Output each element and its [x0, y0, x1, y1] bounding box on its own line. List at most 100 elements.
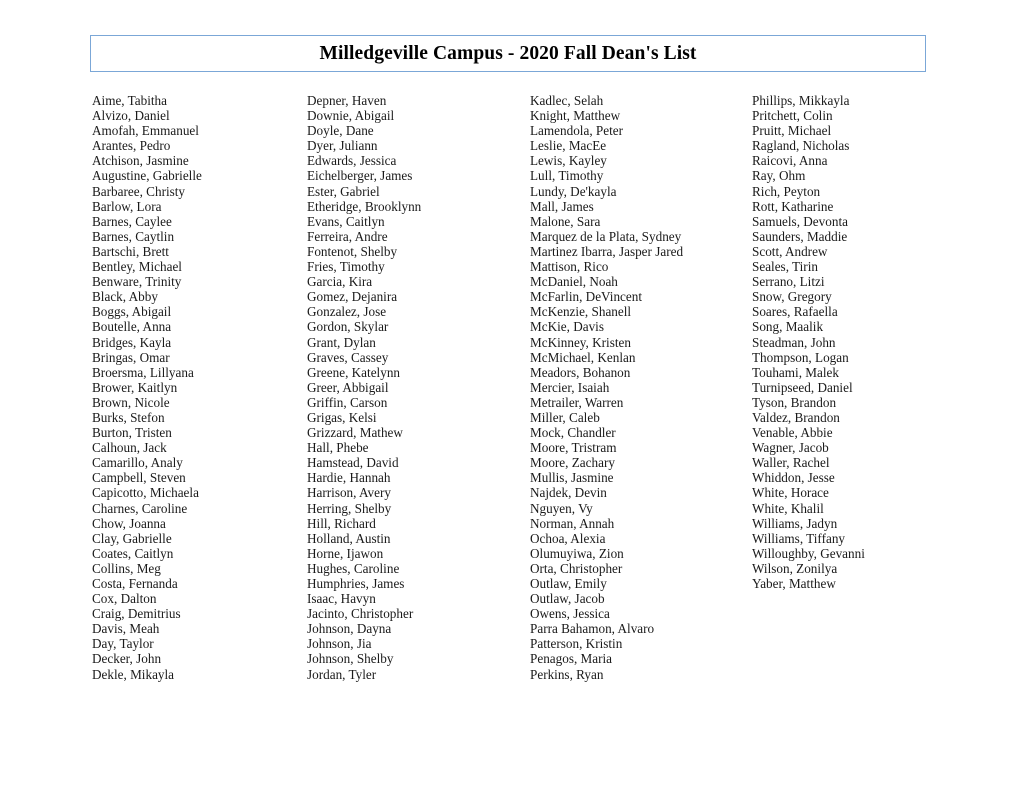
student-name: Johnson, Jia [307, 636, 372, 652]
student-name: Tyson, Brandon [752, 394, 837, 410]
student-name: White, Khalil [752, 500, 824, 516]
student-name: Bentley, Michael [92, 259, 182, 275]
student-name: Barlow, Lora [92, 198, 162, 214]
name-columns-container: Aime, Tabitha Alvizo, Daniel Amofah, Emman… [0, 93, 1020, 682]
student-name: Day, Taylor [92, 636, 154, 652]
student-name: Capicotto, Michaela [92, 485, 199, 501]
student-name: Snow, Gregory [752, 289, 832, 305]
student-name: Boggs, Abigail [92, 304, 172, 320]
student-name: Johnson, Dayna [307, 621, 392, 637]
student-name: Rott, Katharine [752, 198, 834, 214]
student-name: Scott, Andrew [752, 243, 828, 259]
name-column-1: Aime, Tabitha Alvizo, Daniel Amofah, Emman… [92, 93, 307, 682]
student-name: Burton, Tristen [92, 425, 172, 441]
student-name: Williams, Jadyn [752, 515, 838, 531]
student-name: Augustine, Gabrielle [92, 168, 202, 184]
student-name: Gonzalez, Jose [307, 304, 387, 320]
student-name: Mullis, Jasmine [530, 470, 614, 486]
student-name: Hill, Richard [307, 515, 376, 531]
student-name: Greer, Abbigail [307, 379, 389, 395]
student-name: Marquez de la Plata, Sydney [530, 228, 682, 244]
student-name: McMichael, Kenlan [530, 349, 636, 365]
student-name: Alvizo, Daniel [92, 108, 170, 124]
student-name: Coates, Caitlyn [92, 545, 174, 561]
student-name: Campbell, Steven [92, 470, 186, 486]
student-name: Lamendola, Peter [530, 123, 624, 139]
student-name: Horne, Ijawon [307, 545, 384, 561]
student-name: McFarlin, DeVincent [530, 289, 643, 305]
student-name: Martinez Ibarra, Jasper Jared [530, 243, 684, 259]
page-title: Milledgeville Campus - 2020 Fall Dean's … [319, 42, 697, 64]
student-name: Grigas, Kelsi [307, 409, 377, 425]
student-name: Ester, Gabriel [307, 183, 380, 199]
student-name: Meadors, Bohanon [530, 364, 631, 380]
student-name: Leslie, MacEe [530, 138, 607, 154]
student-name: Seales, Tirin [752, 259, 818, 275]
student-name: McKie, Davis [530, 319, 604, 335]
student-name: Benware, Trinity [92, 274, 182, 290]
student-name: Jordan, Tyler [307, 666, 377, 682]
student-name: Outlaw, Emily [530, 576, 607, 591]
student-name: Raicovi, Anna [752, 153, 828, 169]
student-name: Brower, Kaitlyn [92, 379, 178, 395]
student-name: Saunders, Maddie [752, 228, 848, 244]
student-name: Hughes, Caroline [307, 560, 400, 576]
student-name: Willoughby, Gevanni [752, 545, 865, 561]
student-name: Aime, Tabitha [92, 93, 168, 108]
student-name: Moore, Tristram [530, 440, 617, 456]
student-name: Decker, John [92, 651, 162, 667]
student-name: Kadlec, Selah [530, 93, 604, 108]
student-name: Herring, Shelby [307, 500, 392, 516]
student-name: Perkins, Ryan [530, 666, 604, 682]
student-name: Etheridge, Brooklynn [307, 198, 422, 214]
student-name: Soares, Rafaella [752, 304, 838, 320]
student-name: Steadman, John [752, 334, 836, 350]
student-name: Mock, Chandler [530, 425, 616, 441]
student-name: Song, Maalik [752, 319, 824, 335]
student-name: Hardie, Hannah [307, 470, 391, 486]
student-name: Hamstead, David [307, 455, 399, 471]
student-name: Mercier, Isaiah [530, 379, 610, 395]
student-name: Turnipseed, Daniel [752, 379, 853, 395]
name-column-4: Phillips, Mikkayla Pritchett, Colin Pruitt… [752, 93, 982, 682]
student-name: Garcia, Kira [307, 274, 373, 290]
student-name: Pritchett, Colin [752, 108, 833, 124]
student-name: Norman, Annah [530, 515, 615, 531]
student-name: Grant, Dylan [307, 334, 376, 350]
student-name: Olumuyiwa, Zion [530, 545, 624, 561]
name-column-2: Depner, Haven Downie, Abigail Doyle, Dane D… [307, 93, 530, 682]
student-name: Graves, Cassey [307, 349, 389, 365]
student-name: Boutelle, Anna [92, 319, 172, 335]
student-name: Ferreira, Andre [307, 228, 388, 244]
student-name: Clay, Gabrielle [92, 530, 172, 546]
deans-list-page: Milledgeville Campus - 2020 Fall Dean's … [0, 0, 1020, 788]
student-name: Malone, Sara [530, 213, 601, 229]
student-name: Nguyen, Vy [530, 500, 593, 516]
student-name: Fries, Timothy [307, 259, 385, 275]
student-name: Collins, Meg [92, 560, 161, 576]
student-name: Amofah, Emmanuel [92, 123, 199, 139]
student-name: Ochoa, Alexia [530, 530, 606, 546]
student-name: Broersma, Lillyana [92, 364, 194, 380]
student-name: Najdek, Devin [530, 485, 607, 501]
student-name: Doyle, Dane [307, 123, 374, 139]
student-name: Brown, Nicole [92, 394, 170, 410]
student-name: Miller, Caleb [530, 409, 600, 425]
student-name: Isaac, Havyn [307, 591, 376, 607]
student-name: Depner, Haven [307, 93, 387, 108]
student-name: Moore, Zachary [530, 455, 615, 471]
student-name: McDaniel, Noah [530, 274, 618, 290]
student-name: Metrailer, Warren [530, 394, 624, 410]
student-name: Wagner, Jacob [752, 440, 829, 456]
student-name: Ragland, Nicholas [752, 138, 850, 154]
student-name: Bartschi, Brett [92, 243, 169, 259]
student-name: Fontenot, Shelby [307, 243, 398, 259]
student-name: Parra Bahamon, Alvaro [530, 621, 655, 637]
student-name: Greene, Katelynn [307, 364, 401, 380]
student-name: Atchison, Jasmine [92, 153, 189, 169]
student-name: Ray, Ohm [752, 168, 806, 184]
student-name: Thompson, Logan [752, 349, 849, 365]
student-name: Dyer, Juliann [307, 138, 378, 154]
student-name: Jacinto, Christopher [307, 606, 414, 622]
student-name: McKenzie, Shanell [530, 304, 632, 320]
